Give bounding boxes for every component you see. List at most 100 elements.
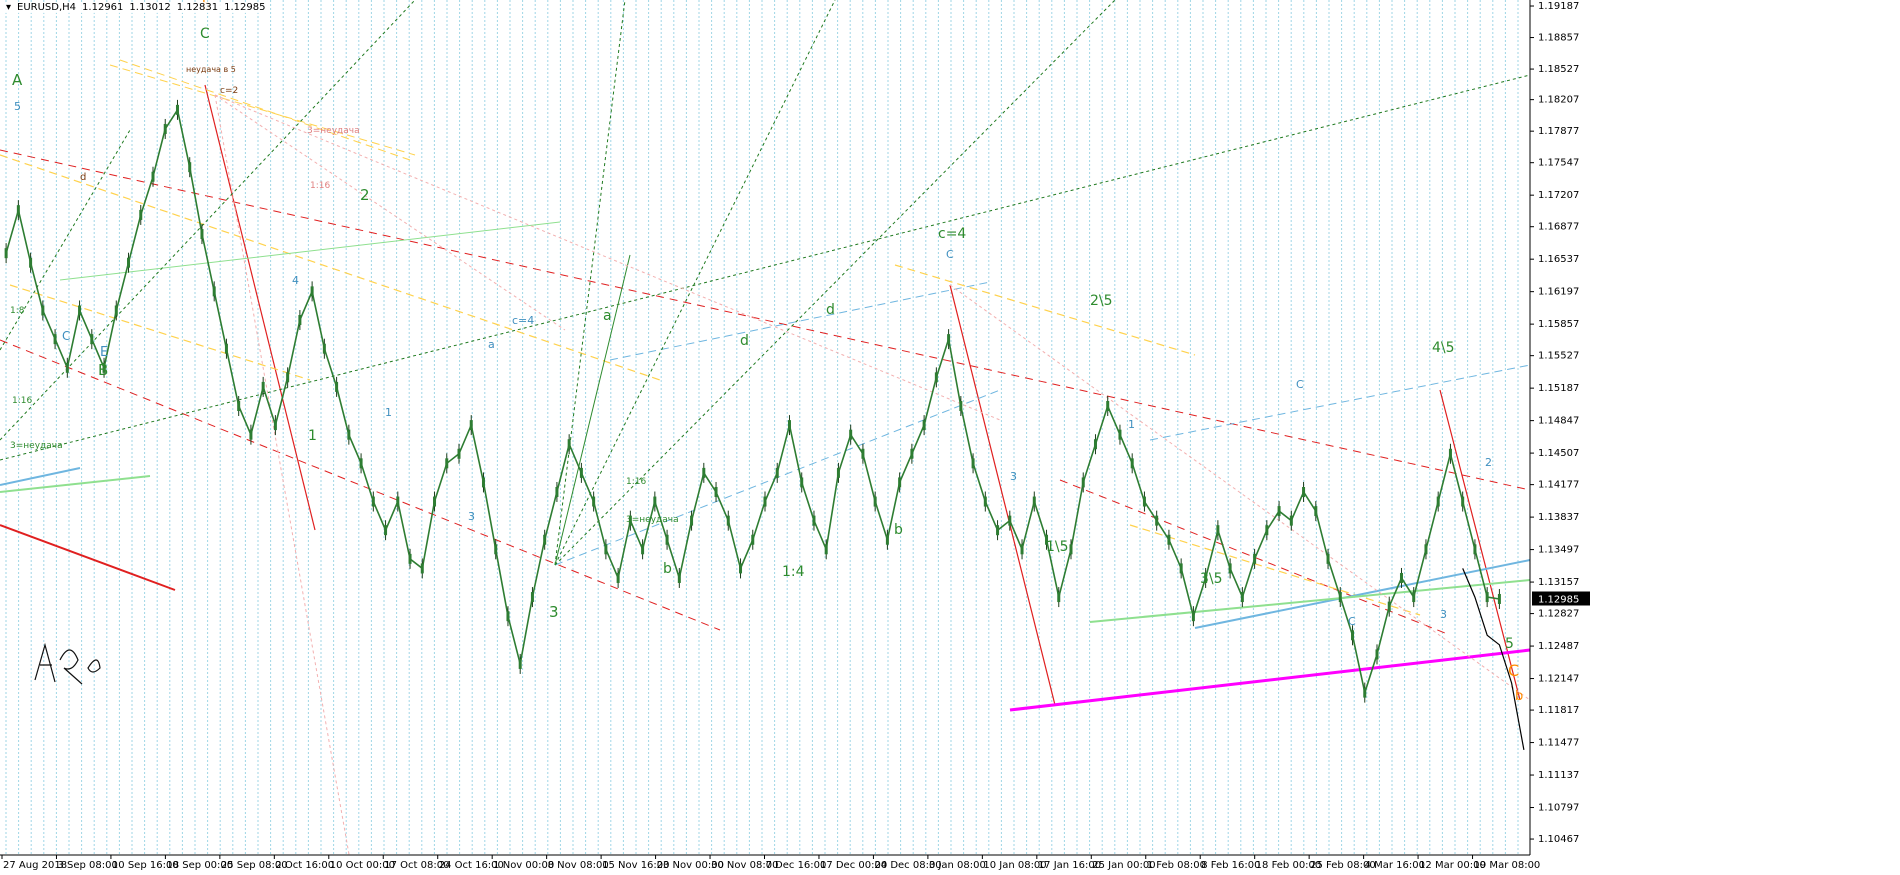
candle-body [1093,439,1097,450]
time-tick-label: 4 Mar 16:00 [1365,860,1425,871]
candle-body [1436,496,1440,507]
price-chart[interactable]: 1.19187 1.18857 1.18527 1.18207 1.17877 1.175… [0,0,1900,875]
wave-label: 3=неудача [307,126,360,136]
candle-body [237,401,241,412]
candle-body [787,420,791,431]
candle-body [616,572,620,583]
candle-body [1179,563,1183,574]
candle-body [1081,477,1085,488]
candle-body [114,305,118,316]
candle-body [1032,496,1036,507]
wave-label: d [826,302,835,318]
quote-close: 1.12985 [224,2,266,13]
price-tick-label: 1.11817 [1538,705,1579,716]
time-tick-label: 8 Feb 16:00 [1201,860,1260,871]
candle-body [261,381,265,392]
candle-body [873,496,877,507]
wave-label: 4 [292,274,299,287]
wave-label: 3 [468,510,475,523]
candle-body [53,334,57,345]
price-tick-label: 1.18527 [1538,64,1579,75]
candle-body [41,305,45,316]
wave-label: a [488,338,495,351]
candle-body [1057,592,1061,603]
chart-menu-icon[interactable]: ▾ [6,2,11,13]
candle-body [200,229,204,240]
candle-body [1375,649,1379,660]
candle-body [604,544,608,555]
candle-body [1485,592,1489,603]
price-tick-label: 1.17877 [1538,126,1579,137]
time-tick-label: 1 Feb 08:00 [1147,860,1206,871]
candle-body [335,381,339,392]
candle-body [1167,534,1171,545]
candle-body [800,477,804,488]
candle-body [836,467,840,478]
wave-label: 2 [1485,456,1492,469]
time-tick-label: 8 Nov 08:00 [548,860,609,871]
candle-body [898,477,902,488]
candle-body [433,496,437,507]
chart-header: ▾ EURUSD,H4 1.12961 1.13012 1.12831 1.12… [4,2,268,13]
price-axis-bg [1530,0,1900,875]
price-tick-label: 1.13157 [1538,577,1579,588]
candle-body [775,467,779,478]
candle-body [175,104,179,115]
price-tick-label: 1.17547 [1538,158,1579,169]
candle-body [506,611,510,622]
price-tick-label: 1.14847 [1538,416,1579,427]
price-tick-label: 1.11477 [1538,738,1579,749]
candle-body [763,496,767,507]
candle-body [653,496,657,507]
wave-label: C [200,26,210,42]
price-tick-label: 1.16537 [1538,254,1579,265]
candle-body [298,315,302,326]
candle-body [677,572,681,583]
candle-body [396,496,400,507]
candle-body [1253,553,1257,564]
candle-body [310,286,314,297]
candle-body [249,429,253,440]
candle-body [555,486,559,497]
price-tick-label: 1.12487 [1538,641,1579,652]
candle-body [163,123,167,134]
price-tick-label: 1.15187 [1538,383,1579,394]
wave-label: 4\5 [1432,340,1455,356]
time-tick-label: 19 Mar 08:00 [1474,860,1541,871]
candle-body [971,458,975,469]
candle-body [4,248,8,259]
wave-label: 5 [14,100,21,113]
price-tick-label: 1.16877 [1538,222,1579,233]
candle-body [1351,630,1355,641]
chart-area[interactable]: 1.19187 1.18857 1.18527 1.18207 1.17877 1.175… [0,0,1900,875]
wave-label: 1:16 [310,181,330,191]
candle-body [983,496,987,507]
wave-label: a [603,308,612,324]
candle-body [996,525,1000,536]
wave-label: 3 [1440,608,1447,621]
wave-label: 1:16 [12,396,32,406]
candle-body [910,448,914,459]
candle-body [518,658,522,669]
candle-body [139,209,143,220]
price-tick-label: 1.10467 [1538,834,1579,845]
candle-body [481,477,485,488]
wave-label: C [62,329,70,343]
price-tick-label: 1.12827 [1538,609,1579,620]
candle-body [16,205,20,216]
quote-low: 1.12831 [176,2,219,13]
wave-label: c=4 [512,314,534,327]
candle-body [1142,496,1146,507]
candle-body [1387,601,1391,612]
wave-label: B [98,361,108,379]
time-tick-label: 7 Dec 16:00 [766,860,827,871]
candle-body [1155,515,1159,526]
candle-body [286,372,290,383]
candle-body [1130,458,1134,469]
wave-label: c=4 [938,226,966,242]
candle-body [494,544,498,555]
candle-body [1191,611,1195,622]
candle-body [1314,506,1318,517]
candle-body [1461,496,1465,507]
wave-label: b [894,522,903,538]
